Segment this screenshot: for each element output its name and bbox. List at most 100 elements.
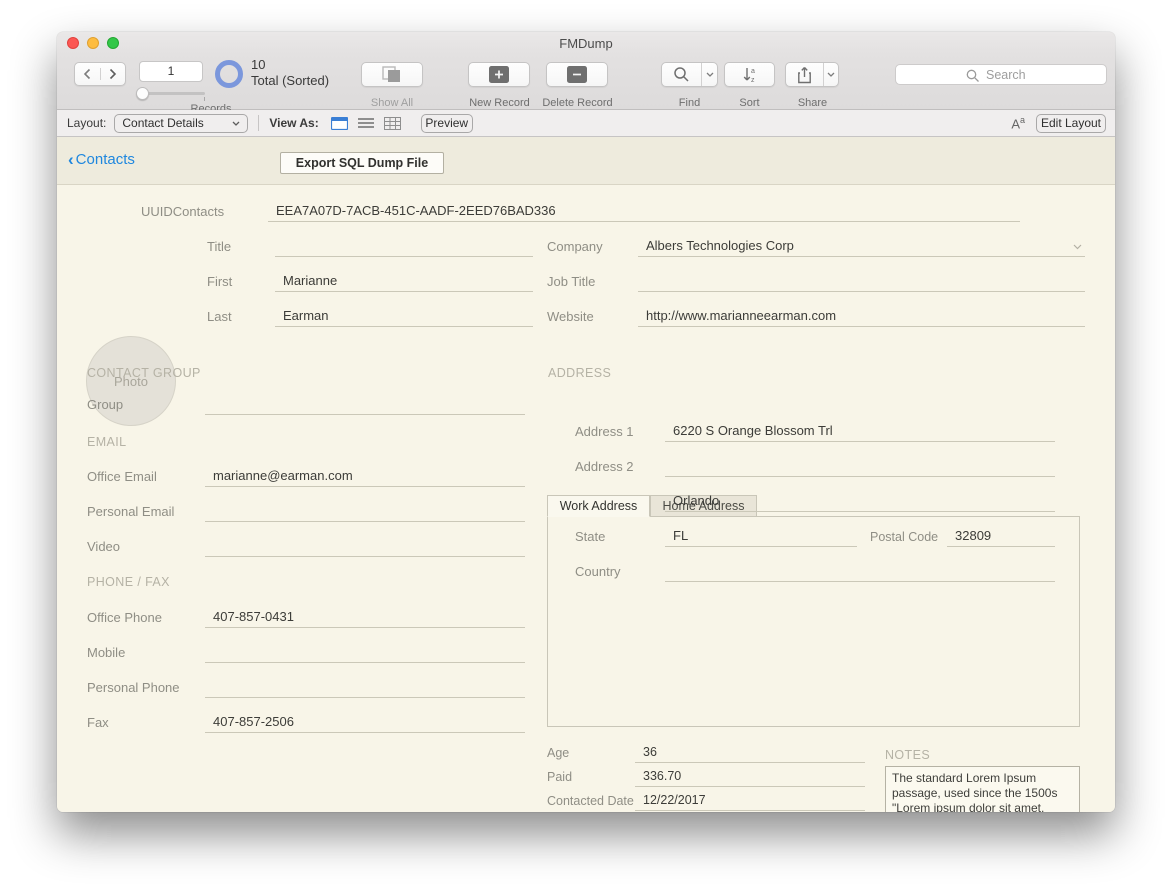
record-slider[interactable] — [137, 87, 205, 100]
magnifier-icon — [673, 66, 690, 83]
divider — [258, 115, 259, 131]
video-field[interactable] — [205, 553, 525, 557]
current-record-input[interactable]: 1 — [139, 61, 203, 82]
uuid-field[interactable]: EEA7A07D-7ACB-451C-AADF-2EED76BAD336 — [268, 203, 1020, 222]
slider-tick — [204, 97, 205, 101]
zoom-button[interactable] — [107, 37, 119, 49]
search-input[interactable] — [986, 66, 1101, 83]
minus-record-icon — [567, 66, 587, 83]
search-icon — [966, 69, 980, 83]
back-to-contacts-link[interactable]: ‹ Contacts — [68, 151, 135, 168]
svg-text:a: a — [751, 68, 755, 75]
office-phone-field[interactable]: 407-857-0431 — [205, 609, 525, 628]
form-view-icon[interactable] — [331, 117, 348, 130]
new-record-button[interactable] — [468, 62, 530, 87]
sort-button[interactable]: a z — [724, 62, 775, 87]
layout-popup-button[interactable]: Contact Details — [114, 114, 248, 133]
search-field[interactable] — [895, 64, 1107, 85]
new-record-label: New Record — [462, 97, 537, 109]
state-field[interactable]: FL — [665, 528, 857, 547]
last-name-field[interactable]: Earman — [275, 308, 533, 327]
share-dropdown[interactable] — [823, 63, 838, 86]
share-button[interactable] — [785, 62, 839, 87]
record-nav-segment — [74, 62, 126, 86]
notes-field[interactable]: The standard Lorem Ipsum passage, used s… — [885, 766, 1080, 812]
paid-field[interactable]: 336.70 — [635, 769, 865, 787]
chevron-left-icon — [83, 68, 92, 80]
view-as-label: View As: — [269, 116, 318, 130]
contacted-date-field[interactable]: 12/22/2017 — [635, 793, 865, 811]
chevron-down-icon[interactable] — [1073, 238, 1082, 253]
sort-label: Sort — [722, 97, 777, 109]
layout-popup-value: Contact Details — [122, 116, 203, 130]
fax-field[interactable]: 407-857-2506 — [205, 714, 525, 733]
title-label: Title — [207, 239, 275, 257]
website-field[interactable]: http://www.marianneearman.com — [638, 308, 1085, 327]
personal-email-label: Personal Email — [87, 504, 205, 522]
slider-thumb[interactable] — [136, 87, 149, 100]
chevron-right-icon — [108, 68, 117, 80]
video-label: Video — [87, 539, 205, 557]
back-chevron-icon: ‹ — [68, 152, 74, 167]
list-view-icon[interactable] — [358, 117, 374, 129]
preview-button[interactable]: Preview — [421, 114, 473, 133]
address2-field[interactable] — [665, 473, 1055, 477]
mobile-field[interactable] — [205, 659, 525, 663]
chevron-down-icon — [706, 72, 714, 77]
export-sql-dump-button[interactable]: Export SQL Dump File — [280, 152, 444, 174]
next-record-button[interactable] — [100, 68, 125, 80]
total-records: 10 Total (Sorted) — [251, 57, 329, 89]
personal-phone-field[interactable] — [205, 694, 525, 698]
total-sorted-label: Total (Sorted) — [251, 73, 329, 89]
sort-az-icon: a z — [742, 66, 758, 84]
contact-group-section-header: CONTACT GROUP — [87, 366, 201, 380]
find-dropdown[interactable] — [701, 63, 717, 86]
title-field[interactable] — [275, 253, 533, 257]
job-title-label: Job Title — [547, 274, 638, 292]
find-button[interactable] — [661, 62, 718, 87]
country-label: Country — [575, 564, 665, 582]
window-title: FMDump — [559, 36, 612, 51]
address-section-header: ADDRESS — [548, 366, 611, 380]
group-label: Group — [87, 397, 205, 415]
age-field[interactable]: 36 — [635, 745, 865, 763]
postal-code-field[interactable]: 32809 — [947, 528, 1055, 547]
text-formatting-icon[interactable]: Aa — [1011, 115, 1025, 131]
last-name-label: Last — [207, 309, 275, 327]
share-main[interactable] — [786, 66, 823, 84]
minimize-button[interactable] — [87, 37, 99, 49]
preview-label: Preview — [425, 116, 468, 130]
paid-label: Paid — [547, 770, 635, 787]
website-label: Website — [547, 309, 638, 327]
chevron-down-icon — [827, 72, 835, 77]
personal-phone-label: Personal Phone — [87, 680, 205, 698]
status-toolbar: 1 Records 10 Total (Sorted) Show All New… — [57, 54, 1115, 110]
table-view-icon[interactable] — [384, 117, 401, 130]
first-name-field[interactable]: Marianne — [275, 273, 533, 292]
edit-layout-button[interactable]: Edit Layout — [1036, 114, 1106, 133]
layout-label: Layout: — [67, 116, 106, 130]
address1-field[interactable]: 6220 S Orange Blossom Trl — [665, 423, 1055, 442]
chevron-down-icon — [232, 121, 240, 126]
group-field[interactable] — [205, 411, 525, 415]
share-icon — [797, 66, 812, 84]
close-button[interactable] — [67, 37, 79, 49]
find-main[interactable] — [662, 66, 701, 83]
delete-record-button[interactable] — [546, 62, 608, 87]
address-tab-panel — [547, 516, 1080, 727]
office-email-field[interactable]: marianne@earman.com — [205, 468, 525, 487]
uuid-label: UUIDContacts — [141, 204, 268, 222]
country-field[interactable] — [665, 578, 1055, 582]
company-field[interactable]: Albers Technologies Corp — [638, 238, 1085, 257]
show-all-button[interactable] — [361, 62, 423, 87]
personal-email-field[interactable] — [205, 518, 525, 522]
found-set-pie-icon[interactable] — [215, 60, 243, 88]
first-name-label: First — [207, 274, 275, 292]
find-label: Find — [662, 97, 717, 109]
job-title-field[interactable] — [638, 288, 1085, 292]
previous-record-button[interactable] — [75, 68, 100, 80]
back-link-label: Contacts — [76, 151, 135, 168]
city-field[interactable]: Orlando — [665, 493, 1055, 512]
format-large-glyph: A — [1011, 116, 1020, 131]
tab-work-address[interactable]: Work Address — [547, 495, 650, 517]
